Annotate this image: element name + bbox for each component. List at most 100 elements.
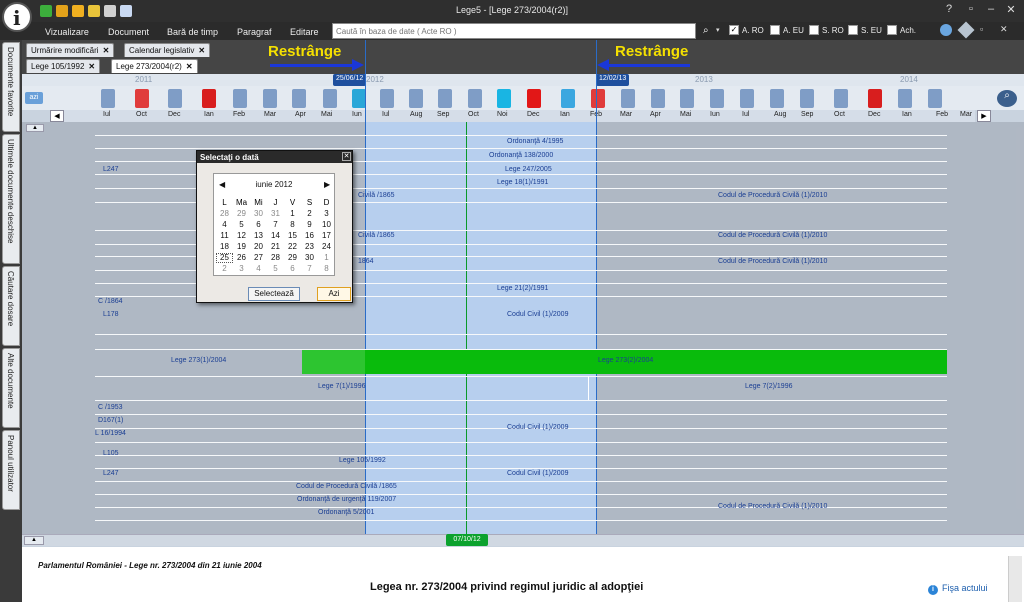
- timeline-bar[interactable]: [263, 89, 277, 108]
- tab-calendar[interactable]: Calendar legislativ ✕: [124, 43, 211, 57]
- document-scrollbar[interactable]: [1008, 556, 1022, 602]
- row-label[interactable]: L 16/1994: [95, 430, 126, 437]
- close-small-icon[interactable]: ✕: [1000, 24, 1008, 35]
- calendar-day[interactable]: 17: [318, 231, 335, 240]
- timeline-bar[interactable]: [740, 89, 754, 108]
- timeline-bar[interactable]: [710, 89, 724, 108]
- fisa-actului-link[interactable]: i Fişa actului: [928, 583, 988, 595]
- timeline-bar[interactable]: [928, 89, 942, 108]
- tools-icon[interactable]: [88, 5, 100, 17]
- timeline-bar[interactable]: [868, 89, 882, 108]
- end-date-flag[interactable]: 12/02/13: [596, 74, 630, 86]
- timeline-bar[interactable]: [380, 89, 394, 108]
- calendar-day[interactable]: 29: [284, 253, 301, 262]
- calendar-day[interactable]: 20: [250, 242, 267, 251]
- timeline-next-icon[interactable]: ▶: [977, 110, 991, 122]
- help-window-icon[interactable]: ?: [938, 3, 960, 15]
- row-label[interactable]: Lege 273(1)/2004: [171, 357, 226, 364]
- dialog-close-icon[interactable]: ✕: [342, 152, 351, 161]
- collapse-up-icon[interactable]: ▲: [26, 124, 44, 132]
- row-label[interactable]: Codul Civil (1)/2009: [507, 424, 568, 431]
- timeline-bar[interactable]: [898, 89, 912, 108]
- timeline-bar[interactable]: [323, 89, 337, 108]
- calendar-day[interactable]: 26: [233, 253, 250, 262]
- timeline-bar[interactable]: [680, 89, 694, 108]
- calendar-day[interactable]: 9: [301, 220, 318, 229]
- calendar-day[interactable]: 11: [216, 231, 233, 240]
- today-button[interactable]: Azi: [317, 287, 351, 301]
- timeline-bar[interactable]: [409, 89, 423, 108]
- calendar-day[interactable]: 19: [233, 242, 250, 251]
- timeline-bar[interactable]: [101, 89, 115, 108]
- azi-button[interactable]: azi: [25, 92, 43, 104]
- row-label[interactable]: Lege 18(1)/1991: [497, 179, 548, 186]
- row-label[interactable]: Lege 7(2)/1996: [745, 383, 792, 390]
- app-logo[interactable]: i: [2, 2, 32, 32]
- calendar-day[interactable]: 4: [250, 264, 267, 273]
- calendar-day[interactable]: 30: [250, 209, 267, 218]
- tab-lege-273[interactable]: Lege 273/2004(r2) ✕: [111, 59, 198, 73]
- timeline-bar[interactable]: [651, 89, 665, 108]
- calendar-day[interactable]: 3: [318, 209, 335, 218]
- help-icon[interactable]: [72, 5, 84, 17]
- row-label[interactable]: L178: [103, 311, 119, 318]
- timeline-bar[interactable]: [591, 89, 605, 108]
- calendar-day[interactable]: 25: [216, 253, 233, 263]
- close-icon[interactable]: ✕: [103, 46, 110, 55]
- timeline-bar[interactable]: [233, 89, 247, 108]
- calendar-day[interactable]: 8: [284, 220, 301, 229]
- row-label[interactable]: 1864: [358, 258, 374, 265]
- close-window-icon[interactable]: ✕: [1000, 3, 1022, 16]
- row-label[interactable]: Civilă /1865: [358, 232, 395, 239]
- calendar-day[interactable]: 28: [216, 209, 233, 218]
- row-label[interactable]: Codul de Procedură Civilă /1865: [296, 483, 397, 490]
- calendar-day[interactable]: 1: [284, 209, 301, 218]
- calendar-day[interactable]: 7: [301, 264, 318, 273]
- timeline-bar[interactable]: [135, 89, 149, 108]
- timeline-bar[interactable]: [292, 89, 306, 108]
- menu-document[interactable]: Document: [108, 27, 149, 37]
- calendar-day[interactable]: 27: [250, 253, 267, 262]
- calendar-day[interactable]: 22: [284, 242, 301, 251]
- calendar-day[interactable]: 6: [284, 264, 301, 273]
- restrange-left-label[interactable]: Restrânge: [268, 43, 341, 60]
- calendar-day[interactable]: 1: [318, 253, 335, 262]
- calendar-day[interactable]: 2: [301, 209, 318, 218]
- row-label[interactable]: Codul Civil (1)/2009: [507, 470, 568, 477]
- calendar-day[interactable]: 23: [301, 242, 318, 251]
- menu-vizualizare[interactable]: Vizualizare: [45, 27, 89, 37]
- timeline-prev-icon[interactable]: ◀: [50, 110, 64, 122]
- calendar-day[interactable]: 2: [216, 264, 233, 273]
- close-icon[interactable]: ✕: [198, 46, 205, 55]
- timeline-bar[interactable]: [168, 89, 182, 108]
- settings-icon[interactable]: [940, 24, 952, 36]
- timeline-bar[interactable]: [468, 89, 482, 108]
- row-label[interactable]: L247: [103, 166, 119, 173]
- calendar-day[interactable]: 12: [233, 231, 250, 240]
- restore-icon[interactable]: ▫: [960, 3, 982, 15]
- menu-bara-timp[interactable]: Bară de timp: [167, 27, 218, 37]
- row-label[interactable]: Codul de Procedură Civilă (1)/2010: [718, 192, 827, 199]
- filter-s-eu-checkbox[interactable]: [848, 25, 858, 35]
- row-label[interactable]: L247: [103, 470, 119, 477]
- timeline-bar[interactable]: [561, 89, 575, 108]
- timeline-bar[interactable]: [621, 89, 635, 108]
- sidebar-tab-panou[interactable]: Panoul utilizator: [2, 430, 20, 510]
- calendar-day[interactable]: 7: [267, 220, 284, 229]
- calendar-day[interactable]: 31: [267, 209, 284, 218]
- search-input[interactable]: [333, 24, 695, 38]
- row-label[interactable]: Ordonanţă 5/2001: [318, 509, 374, 516]
- timeline-bar[interactable]: [770, 89, 784, 108]
- menu-paragraf[interactable]: Paragraf: [237, 27, 272, 37]
- row-label[interactable]: L105: [103, 450, 119, 457]
- row-label[interactable]: Lege 247/2005: [505, 166, 552, 173]
- timeline-bar[interactable]: [800, 89, 814, 108]
- row-label[interactable]: Ordonanţă 138/2000: [489, 152, 553, 159]
- new-icon[interactable]: [40, 5, 52, 17]
- filter-ach-checkbox[interactable]: [887, 25, 897, 35]
- tab-lege-105[interactable]: Lege 105/1992 ✕: [26, 59, 101, 73]
- timeline-bar[interactable]: [834, 89, 848, 108]
- calendar-day[interactable]: 30: [301, 253, 318, 262]
- calendar-day[interactable]: 5: [267, 264, 284, 273]
- filter-a-eu-checkbox[interactable]: [770, 25, 780, 35]
